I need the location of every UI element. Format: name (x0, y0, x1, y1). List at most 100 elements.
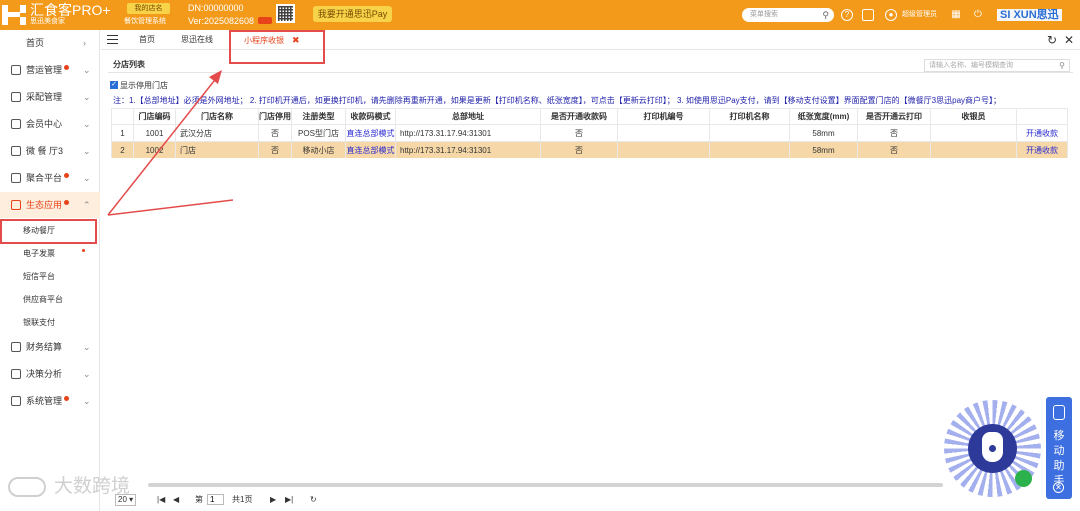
annotation-arrow (107, 70, 234, 216)
table-cell: 否 (857, 141, 931, 158)
sixun-logo: SI XUN思迅 (997, 9, 1062, 21)
close-icon[interactable]: ✕ (1053, 482, 1064, 493)
column-header[interactable]: 门店停用 (258, 108, 292, 125)
sidebar-sub-sms[interactable]: 短信平台 (0, 265, 100, 288)
help-icon[interactable]: ? (841, 9, 853, 21)
branch-search-input[interactable]: 请输入名称、编号模糊查询 ⚲ (924, 59, 1070, 72)
store-badge[interactable]: 我的店名 (127, 3, 170, 14)
page-label: 第 (195, 495, 203, 504)
prev-page-icon[interactable]: ◀ (173, 494, 179, 506)
menu-search-input[interactable]: 菜单搜索 ⚲ (742, 8, 834, 22)
sidebar-item-operations[interactable]: 营运管理 ⌄ (0, 57, 100, 83)
sidebar-sub-e-invoice[interactable]: 电子发票 (0, 242, 100, 265)
table-cell: POS型门店 (291, 124, 346, 142)
column-header[interactable]: 总部地址 (395, 108, 541, 125)
open-payment-link[interactable]: 开通收款 (1016, 141, 1068, 158)
annotation-highlight-box (229, 30, 325, 64)
column-header[interactable]: 打印机编号 (617, 108, 710, 125)
user-avatar-icon[interactable]: ● (885, 9, 897, 21)
sidebar-item-micro-restaurant[interactable]: 微 餐 厅3 ⌄ (0, 138, 100, 164)
table-row[interactable]: 2 1002 门店 否 移动小店 直连总部模式 http://173.31.17… (111, 141, 1068, 158)
column-header[interactable]: 是否开通收款码 (540, 108, 618, 125)
table-cell: 否 (258, 124, 292, 142)
last-page-icon[interactable]: ▶| (285, 494, 293, 506)
table-cell[interactable]: 直连总部模式 (345, 141, 396, 158)
open-pay-button[interactable]: 我要开通思迅Pay (313, 6, 392, 22)
chevron-down-icon: ⌄ (83, 396, 91, 406)
column-header[interactable]: 门店名称 (175, 108, 259, 125)
column-header[interactable]: 收款码模式 (345, 108, 396, 125)
table-row[interactable]: 1 1001 武汉分店 否 POS型门店 直连总部模式 http://173.3… (111, 124, 1068, 142)
next-page-icon[interactable]: ▶ (270, 494, 276, 506)
sidebar-item-finance[interactable]: 财务结算 ⌄ (0, 334, 100, 360)
sidebar-item-aggregate[interactable]: 聚合平台 ⌄ (0, 165, 100, 191)
app-brand-sub: 思迅美食家 (30, 18, 65, 25)
grid-menu-icon[interactable]: ▦ (950, 9, 962, 21)
column-header (111, 108, 134, 125)
dn-label: DN:00000000 (188, 3, 244, 13)
table-cell (709, 124, 790, 142)
close-all-icon[interactable]: ✕ (1064, 33, 1074, 47)
sidebar-item-purchase[interactable]: 采配管理 ⌄ (0, 84, 100, 110)
chevron-down-icon: ⌄ (83, 342, 91, 352)
column-header[interactable]: 纸张宽度(mm) (789, 108, 858, 125)
table-cell: 门店 (175, 141, 259, 158)
sidebar-item-system[interactable]: 系统管理 ⌄ (0, 388, 100, 414)
sidebar-item-eco-apps[interactable]: 生态应用 ⌃ (0, 192, 100, 218)
column-header[interactable]: 门店编码 (133, 108, 176, 125)
reload-icon[interactable]: ↻ (310, 494, 317, 506)
checkbox-label: 显示停用门店 (120, 81, 168, 90)
watermark-text: 大数跨境 (54, 476, 131, 497)
show-disabled-checkbox[interactable]: ✓ 显示停用门店 (110, 81, 168, 90)
sidebar-item-member[interactable]: 会员中心 ⌄ (0, 111, 100, 137)
tab-sixun-online[interactable]: 思迅在线 (181, 30, 213, 50)
tab-bar: 首页 思迅在线 小程序收银 ✖ ↻ ✕ (101, 30, 1080, 64)
sidebar-item-label: 聚合平台 (26, 173, 63, 183)
table-cell: 1002 (133, 141, 176, 158)
column-header[interactable]: 收银员 (930, 108, 1017, 125)
column-header[interactable]: 注册类型 (291, 108, 346, 125)
tab-home[interactable]: 首页 (139, 30, 155, 50)
miniprogram-qr-code[interactable] (944, 400, 1041, 497)
notification-dot-icon (64, 200, 69, 205)
power-icon[interactable]: ⏻ (972, 9, 984, 21)
menu-toggle-icon[interactable] (107, 35, 118, 44)
first-page-icon[interactable]: |◀ (157, 494, 165, 506)
sidebar-sub-unionpay[interactable]: 银联支付 (0, 311, 100, 334)
sidebar-item-analysis[interactable]: 决策分析 ⌄ (0, 361, 100, 387)
column-header[interactable]: 打印机名称 (709, 108, 790, 125)
search-icon[interactable]: ⚲ (822, 10, 829, 20)
system-icon (11, 396, 21, 406)
table-cell (709, 141, 790, 158)
mobile-assistant-label: 移动助手 (1053, 430, 1065, 487)
horizontal-scrollbar[interactable] (148, 483, 943, 487)
qr-code-icon[interactable] (276, 4, 295, 23)
chevron-down-icon: ⌄ (83, 173, 91, 183)
user-name[interactable]: 超级管理员 (902, 11, 937, 19)
open-payment-link[interactable]: 开通收款 (1016, 124, 1068, 142)
sidebar-item-label: 系统管理 (26, 396, 63, 406)
page-number-input[interactable] (207, 494, 224, 505)
table-cell[interactable]: 直连总部模式 (345, 124, 396, 142)
purchase-icon (11, 92, 21, 102)
table-cell (930, 141, 1017, 158)
notification-dot-icon (64, 173, 69, 178)
sidebar-item-home[interactable]: 首页 › (0, 30, 100, 56)
mobile-assistant-panel[interactable]: 移动助手 ✕ (1046, 397, 1072, 499)
version-label: Ver:2025082608 (188, 16, 255, 26)
watermark-logo-icon (8, 476, 46, 497)
sidebar-item-label: 营运管理 (26, 65, 63, 75)
refresh-icon[interactable]: ↻ (1047, 33, 1057, 47)
chevron-right-icon: › (83, 38, 86, 48)
notification-dot-icon (82, 249, 85, 252)
search-icon[interactable]: ⚲ (1059, 60, 1065, 71)
fullscreen-icon[interactable] (862, 9, 874, 21)
operations-icon (11, 65, 21, 75)
branch-table-wrapper: 门店编码 门店名称 门店停用 注册类型 收款码模式 总部地址 是否开通收款码 打… (108, 108, 1072, 158)
member-icon (11, 119, 21, 129)
column-header[interactable]: 是否开通云打印 (857, 108, 931, 125)
branch-table: 门店编码 门店名称 门店停用 注册类型 收款码模式 总部地址 是否开通收款码 打… (111, 108, 1068, 158)
analysis-icon (11, 369, 21, 379)
sidebar-sub-supplier[interactable]: 供应商平台 (0, 288, 100, 311)
checkbox-checked-icon[interactable]: ✓ (110, 81, 118, 89)
